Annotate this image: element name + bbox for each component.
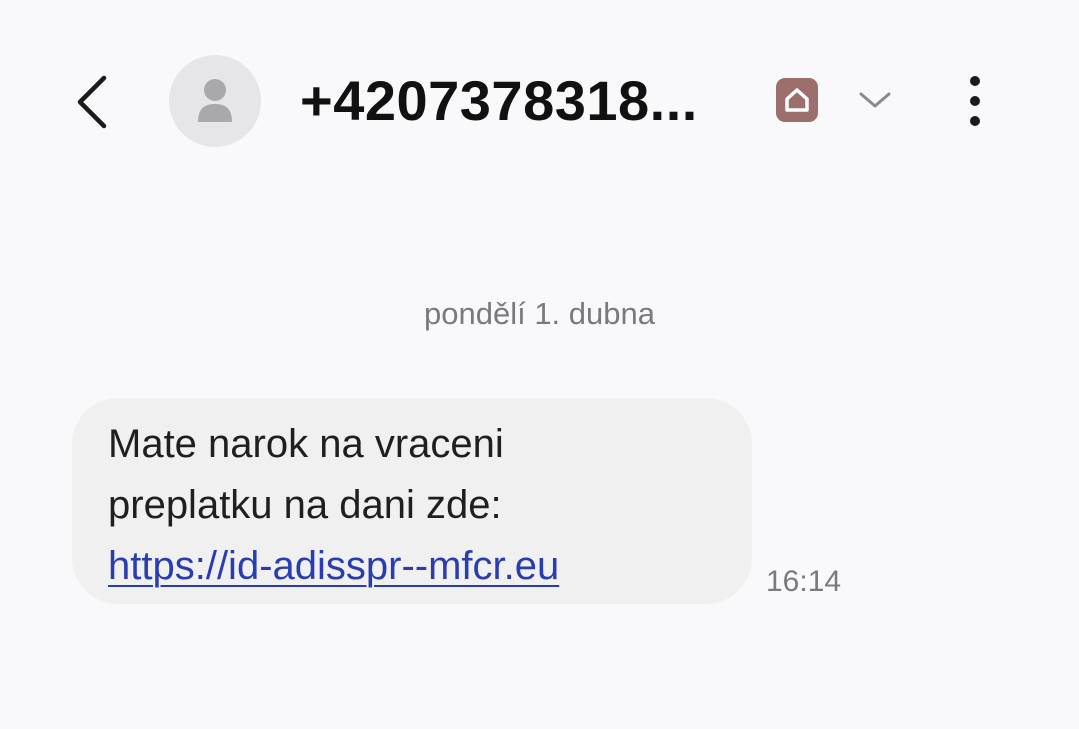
home-icon	[785, 88, 809, 112]
more-vertical-icon	[970, 76, 980, 126]
expand-button[interactable]	[852, 80, 898, 120]
message-text-line: Mate narok na vraceni	[108, 422, 504, 466]
avatar[interactable]	[169, 55, 261, 147]
back-button[interactable]	[60, 60, 124, 144]
home-badge	[776, 78, 818, 122]
chevron-left-icon	[77, 75, 107, 129]
date-separator: pondělí 1. dubna	[424, 296, 655, 331]
conversation-header: +4207378318...	[0, 0, 1079, 200]
chevron-down-icon	[859, 92, 891, 108]
message-text-line: preplatku na dani zde:	[108, 483, 502, 527]
message-bubble[interactable]: Mate narok na vraceni preplatku na dani …	[72, 398, 752, 604]
message-timestamp: 16:14	[766, 565, 842, 598]
contact-name[interactable]: +4207378318...	[300, 66, 760, 136]
person-icon	[198, 79, 232, 122]
message-link[interactable]: https://id-adisspr--mfcr.eu	[108, 536, 559, 597]
more-options-button[interactable]	[950, 70, 1000, 132]
